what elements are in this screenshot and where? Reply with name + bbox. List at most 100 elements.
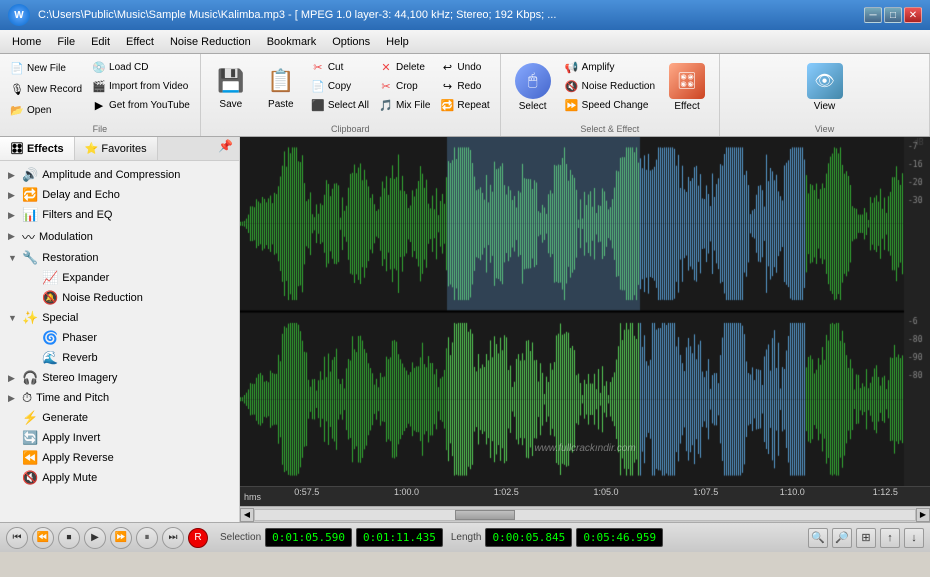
scroll-left[interactable]: ◀ [240,508,254,522]
amplitude-icon: 🔊 [22,167,38,183]
tree-item-phaser[interactable]: 🌀 Phaser [0,328,239,348]
mix-file-button[interactable]: 🎵 Mix File [375,96,434,114]
import-video-button[interactable]: 🎬 Import from Video [88,77,194,95]
menu-help[interactable]: Help [378,34,417,50]
open-button[interactable]: 📂 Open [6,100,86,120]
menu-edit[interactable]: Edit [83,34,118,50]
generate-icon: ⚡ [22,410,38,426]
selection-start-time: 0:01:05.590 [265,528,352,547]
tree-toggle-delay: ▶ [8,190,18,201]
new-record-button[interactable]: 🎙 New Record [6,79,86,99]
sidebar-tabs: 🎛 Effects ⭐ Favorites 📌 [0,137,239,161]
apply-reverse-icon: ⏪ [22,450,38,466]
file-group-content: 📄 New File 🎙 New Record 📂 Open 💿 Load CD [6,58,194,134]
apply-mute-icon: 🔇 [22,470,38,486]
speed-change-button[interactable]: ⏩ Speed Change [561,96,659,114]
ribbon-group-select-effect: 🖱 Select 📢 Amplify 🔇 Noise Reduction ⏩ S… [501,54,720,136]
tree-item-apply-invert[interactable]: 🔄 Apply Invert [0,428,239,448]
zoom-out-button[interactable]: 🔎 [832,528,852,548]
close-button[interactable]: ✕ [904,7,922,23]
zoom-in-button[interactable]: 🔍 [808,528,828,548]
cut-button[interactable]: ✂ Cut [307,58,373,76]
new-file-button[interactable]: 📄 New File [6,58,86,78]
horizontal-scrollbar[interactable]: ◀ ▶ [240,506,930,522]
repeat-button[interactable]: 🔁 Repeat [436,96,493,114]
menu-effect[interactable]: Effect [118,34,162,50]
menu-options[interactable]: Options [324,34,378,50]
select-large-icon: 🖱 [515,63,551,99]
redo-button[interactable]: ↪ Redo [436,77,493,95]
scroll-right[interactable]: ▶ [916,508,930,522]
tree-item-apply-reverse[interactable]: ⏪ Apply Reverse [0,448,239,468]
tree-item-amplitude[interactable]: ▶ 🔊 Amplitude and Compression [0,165,239,185]
tab-favorites[interactable]: ⭐ Favorites [75,137,158,160]
ribbon: 📄 New File 🎙 New Record 📂 Open 💿 Load CD [0,54,930,137]
tree-item-restoration[interactable]: ▼ 🔧 Restoration [0,248,239,268]
zoom-wave-out[interactable]: ↓ [904,528,924,548]
transport-rewind[interactable]: ⏪ [32,527,54,549]
view-button[interactable]: 👁 View [799,58,851,116]
noise-reduction-ribbon-button[interactable]: 🔇 Noise Reduction [561,77,659,95]
copy-button[interactable]: 📄 Copy [307,77,373,95]
tree-item-time-pitch[interactable]: ▶ ⏱ Time and Pitch [0,388,239,408]
scroll-thumb[interactable] [455,510,515,520]
tree-item-expander[interactable]: 📈 Expander [0,268,239,288]
tree-item-noise-red[interactable]: 🔕 Noise Reduction [0,288,239,308]
select-button[interactable]: 🖱 Select [507,58,559,116]
length-label: Length [451,532,482,543]
transport-next[interactable]: ⏭ [162,527,184,549]
file-group-label: File [0,124,200,134]
tree-item-modulation[interactable]: ▶ 〰 Modulation [0,225,239,248]
menu-noise-reduction[interactable]: Noise Reduction [162,34,259,50]
menu-bookmark[interactable]: Bookmark [259,34,325,50]
tree-item-apply-mute[interactable]: 🔇 Apply Mute [0,468,239,488]
maximize-button[interactable]: □ [884,7,902,23]
save-icon: 💾 [215,65,247,97]
delete-button[interactable]: ✕ Delete [375,58,434,76]
tree-item-stereo[interactable]: ▶ 🎧 Stereo Imagery [0,368,239,388]
zoom-fit-button[interactable]: ⊞ [856,528,876,548]
transport-bar: ⏮ ⏪ ⏹ ▶ ⏩ ⏸ ⏭ R Selection 0:01:05.590 0:… [0,522,930,552]
undo-button[interactable]: ↩ Undo [436,58,493,76]
transport-pause[interactable]: ⏸ [136,527,158,549]
tab-effects[interactable]: 🎛 Effects [0,137,75,160]
menu-file[interactable]: File [49,34,83,50]
load-cd-icon: 💿 [92,60,106,74]
select-all-button[interactable]: ⬛ Select All [307,96,373,114]
waveform-tracks[interactable]: www.fullcrackındir.com [240,137,930,486]
transport-prev[interactable]: ⏮ [6,527,28,549]
main-area: 🎛 Effects ⭐ Favorites 📌 ▶ 🔊 Amplitude an… [0,137,930,522]
amplify-button[interactable]: 📢 Amplify [561,58,659,76]
record-button[interactable]: R [188,528,208,548]
tree-item-generate[interactable]: ⚡ Generate [0,408,239,428]
noise-reduction-ribbon-icon: 🔇 [565,79,579,93]
cut-icon: ✂ [311,60,325,74]
delete-icon: ✕ [379,60,393,74]
ruler-tick-3: 1:05.0 [594,487,619,497]
redo-icon: ↪ [440,79,454,93]
crop-icon: ✂ [379,79,393,93]
waveform-canvas[interactable] [240,137,930,486]
crop-button[interactable]: ✂ Crop [375,77,434,95]
sidebar-pin[interactable]: 📌 [212,137,239,160]
get-youtube-button[interactable]: ▶ Get from YouTube [88,96,194,114]
tree-item-special[interactable]: ▼ ✨ Special [0,308,239,328]
load-cd-button[interactable]: 💿 Load CD [88,58,194,76]
zoom-wave-in[interactable]: ↑ [880,528,900,548]
copy-icon: 📄 [311,79,325,93]
tree-item-reverb[interactable]: 🌊 Reverb [0,348,239,368]
ribbon-group-view: 👁 View View [720,54,930,136]
tree-item-filters[interactable]: ▶ 📊 Filters and EQ [0,205,239,225]
scroll-track[interactable] [254,509,916,521]
transport-stop[interactable]: ⏹ [58,527,80,549]
save-button[interactable]: 💾 Save [207,58,255,116]
effect-button[interactable]: 🎛 Effect [661,58,713,116]
waveform-container: www.fullcrackındir.com hms 0:57.5 1:00.0… [240,137,930,522]
view-large-icon: 👁 [807,63,843,99]
transport-play[interactable]: ▶ [84,527,106,549]
transport-forward[interactable]: ⏩ [110,527,132,549]
tree-item-delay[interactable]: ▶ 🔁 Delay and Echo [0,185,239,205]
menu-home[interactable]: Home [4,34,49,50]
minimize-button[interactable]: ─ [864,7,882,23]
paste-button[interactable]: 📋 Paste [257,58,305,116]
